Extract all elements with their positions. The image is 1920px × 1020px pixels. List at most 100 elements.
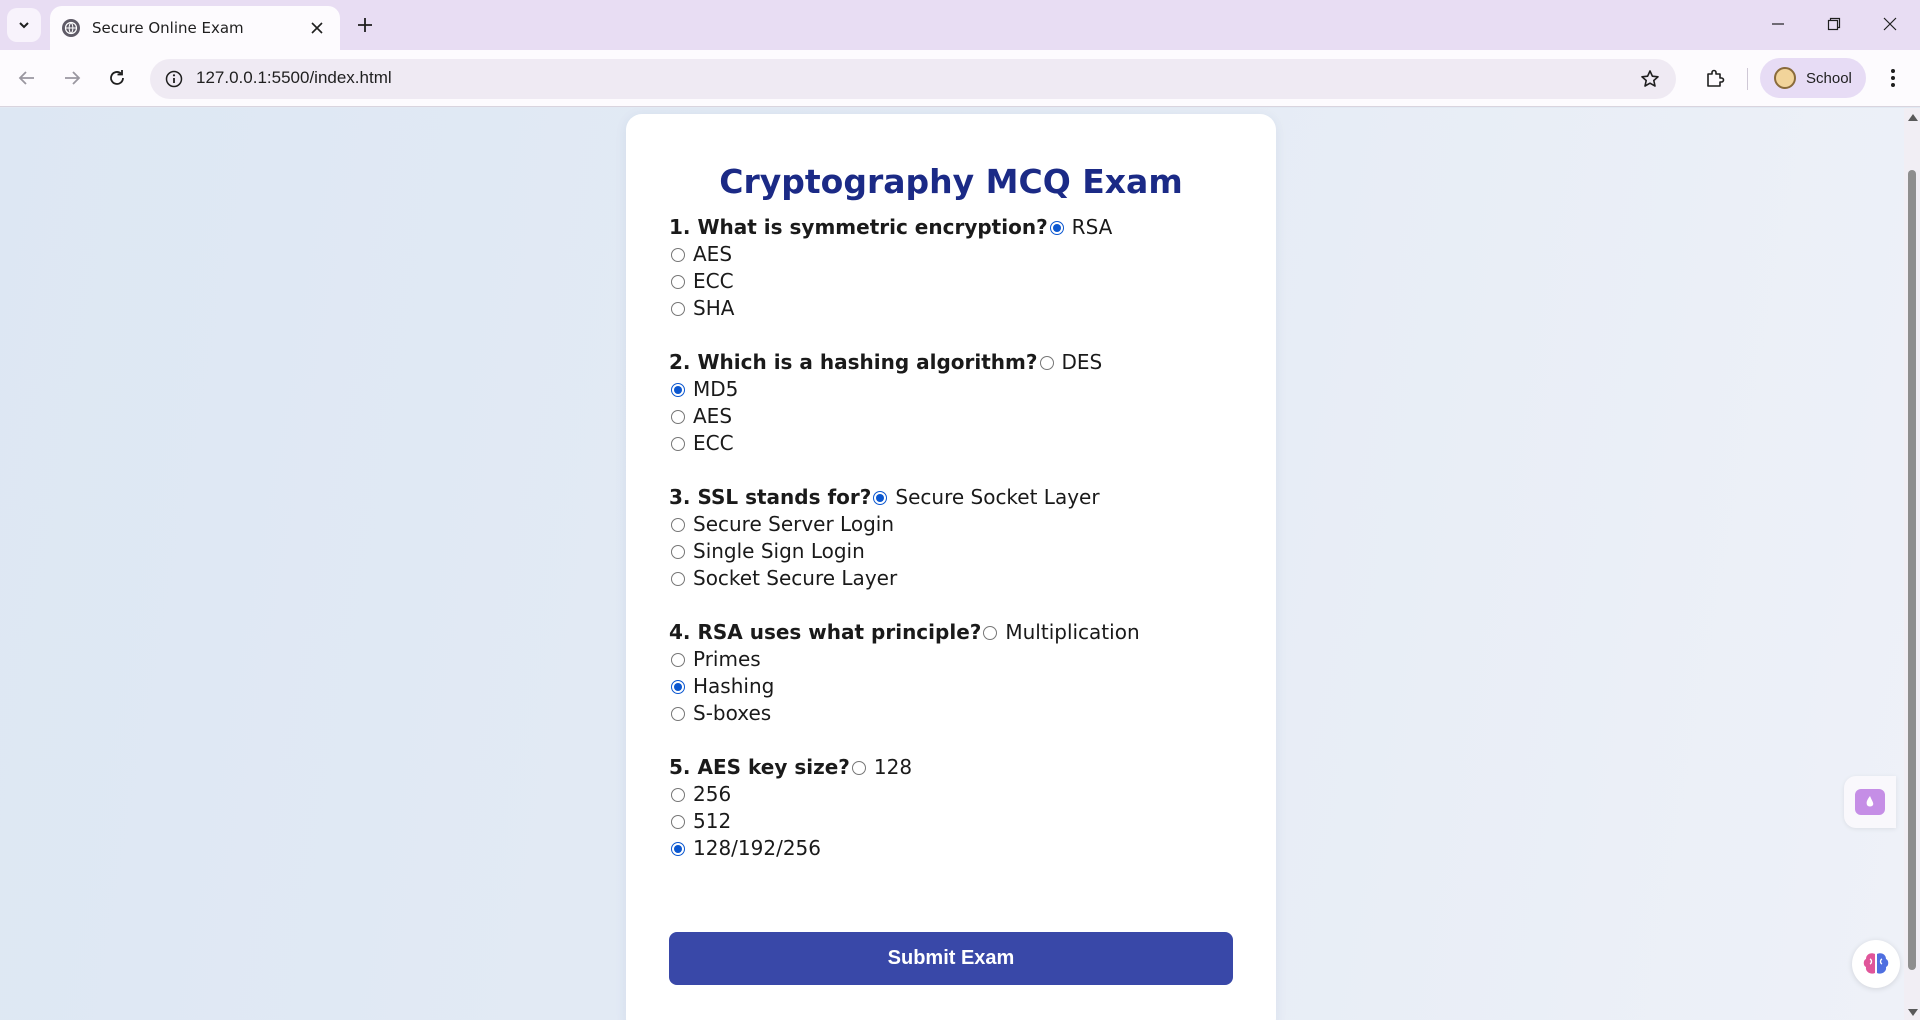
browser-toolbar: 127.0.0.1:5500/index.html School: [0, 50, 1920, 107]
answer-option[interactable]: SHA: [669, 295, 1229, 322]
new-tab-button[interactable]: [352, 12, 378, 38]
option-label: 256: [693, 782, 732, 806]
question-block: 1. What is symmetric encryption? RSA AES EC…: [669, 214, 1229, 322]
radio-button[interactable]: [671, 679, 685, 694]
browser-menu-button[interactable]: [1878, 63, 1908, 93]
answer-option[interactable]: Socket Secure Layer: [669, 565, 1229, 592]
option-label: 512: [693, 809, 732, 833]
minimize-button[interactable]: [1750, 0, 1806, 48]
back-button[interactable]: [10, 61, 44, 95]
answer-option[interactable]: Secure Server Login: [669, 511, 1229, 538]
option-label: AES: [693, 404, 733, 428]
radio-button[interactable]: [671, 409, 685, 424]
answer-option[interactable]: ECC: [669, 268, 1229, 295]
radio-button[interactable]: [671, 247, 685, 262]
answer-option[interactable]: 256: [669, 781, 1229, 808]
option-label: Single Sign Login: [693, 539, 865, 563]
radio-button[interactable]: [671, 841, 685, 856]
tab-strip: Secure Online Exam: [0, 0, 1920, 50]
question-text: 1. What is symmetric encryption?: [669, 215, 1048, 239]
question-block: 5. AES key size? 128 256 512 128/192/256: [669, 754, 1229, 862]
question-text: 5. AES key size?: [669, 755, 850, 779]
answer-option[interactable]: ECC: [669, 430, 1229, 457]
arrow-left-icon: [18, 71, 34, 85]
site-info-icon[interactable]: [162, 67, 186, 91]
answer-option[interactable]: 512: [669, 808, 1229, 835]
radio-button[interactable]: [671, 787, 685, 802]
radio-button[interactable]: [873, 490, 888, 505]
answer-option[interactable]: 128/192/256: [669, 835, 1229, 862]
answer-option[interactable]: 1. What is symmetric encryption? RSA: [669, 214, 1229, 241]
bookmark-star-icon[interactable]: [1638, 67, 1662, 91]
option-label: S-boxes: [693, 701, 772, 725]
chat-icon: [1855, 789, 1885, 815]
page-viewport: Cryptography MCQ Exam 1. What is symmetr…: [0, 108, 1904, 1020]
tab-title: Secure Online Exam: [92, 19, 244, 37]
answer-option[interactable]: AES: [669, 241, 1229, 268]
radio-button[interactable]: [671, 544, 685, 559]
puzzle-icon: [1707, 69, 1725, 87]
radio-button[interactable]: [671, 382, 685, 397]
profile-label: School: [1806, 69, 1852, 87]
forward-button[interactable]: [55, 61, 89, 95]
scroll-up-arrow-icon[interactable]: [1908, 114, 1918, 121]
profile-button[interactable]: School: [1760, 58, 1866, 98]
radio-button[interactable]: [671, 652, 685, 667]
answer-option[interactable]: 5. AES key size? 128: [669, 754, 1229, 781]
answer-option[interactable]: S-boxes: [669, 700, 1229, 727]
side-extension-badge[interactable]: [1844, 776, 1896, 828]
radio-button[interactable]: [1049, 220, 1064, 235]
option-label: DES: [1061, 350, 1103, 374]
close-window-button[interactable]: [1862, 0, 1918, 48]
option-label: MD5: [693, 377, 739, 401]
radio-button[interactable]: [671, 517, 685, 532]
radio-button[interactable]: [671, 571, 685, 586]
answer-option[interactable]: Hashing: [669, 673, 1229, 700]
extensions-button[interactable]: [1700, 63, 1730, 93]
radio-button[interactable]: [671, 706, 685, 721]
answer-option[interactable]: 2. Which is a hashing algorithm? DES: [669, 349, 1229, 376]
radio-button[interactable]: [851, 760, 866, 775]
option-label: Multiplication: [1005, 620, 1140, 644]
answer-option[interactable]: 4. RSA uses what principle? Multiplicatio…: [669, 619, 1229, 646]
page-title: Cryptography MCQ Exam: [719, 162, 1183, 201]
scroll-thumb[interactable]: [1908, 170, 1916, 970]
minimize-icon: [1772, 23, 1784, 25]
answer-option[interactable]: AES: [669, 403, 1229, 430]
arrow-right-icon: [65, 71, 81, 85]
vertical-scrollbar[interactable]: [1904, 108, 1920, 1020]
answer-option[interactable]: Single Sign Login: [669, 538, 1229, 565]
browser-tab[interactable]: Secure Online Exam: [50, 6, 340, 50]
answer-option[interactable]: MD5: [669, 376, 1229, 403]
answer-option[interactable]: 3. SSL stands for? Secure Socket Layer: [669, 484, 1229, 511]
radio-button[interactable]: [671, 436, 685, 451]
kebab-menu-icon: [1891, 69, 1895, 87]
option-label: Socket Secure Layer: [693, 566, 898, 590]
restore-icon: [1827, 17, 1841, 31]
option-label: SHA: [693, 296, 735, 320]
option-label: Secure Server Login: [693, 512, 895, 536]
answer-option[interactable]: Primes: [669, 646, 1229, 673]
avatar: [1774, 67, 1796, 89]
chevron-down-icon: [19, 22, 29, 29]
question-text: 2. Which is a hashing algorithm?: [669, 350, 1038, 374]
address-bar[interactable]: 127.0.0.1:5500/index.html: [150, 59, 1676, 99]
radio-button[interactable]: [1039, 355, 1054, 370]
tab-search-button[interactable]: [7, 8, 41, 42]
reload-button[interactable]: [100, 61, 134, 95]
globe-icon: [62, 19, 80, 37]
scroll-down-arrow-icon[interactable]: [1908, 1009, 1918, 1016]
assistant-brain-button[interactable]: [1852, 940, 1900, 988]
radio-button[interactable]: [671, 274, 685, 289]
close-tab-icon[interactable]: [306, 17, 328, 39]
radio-button[interactable]: [983, 625, 998, 640]
radio-button[interactable]: [671, 301, 685, 316]
submit-exam-button[interactable]: Submit Exam: [669, 932, 1233, 985]
option-label: ECC: [693, 431, 734, 455]
option-label: Secure Socket Layer: [895, 485, 1100, 509]
question-text: 4. RSA uses what principle?: [669, 620, 982, 644]
restore-button[interactable]: [1806, 0, 1862, 48]
exam-card: Cryptography MCQ Exam 1. What is symmetr…: [626, 114, 1276, 1020]
radio-button[interactable]: [671, 814, 685, 829]
url-text: 127.0.0.1:5500/index.html: [196, 68, 392, 87]
